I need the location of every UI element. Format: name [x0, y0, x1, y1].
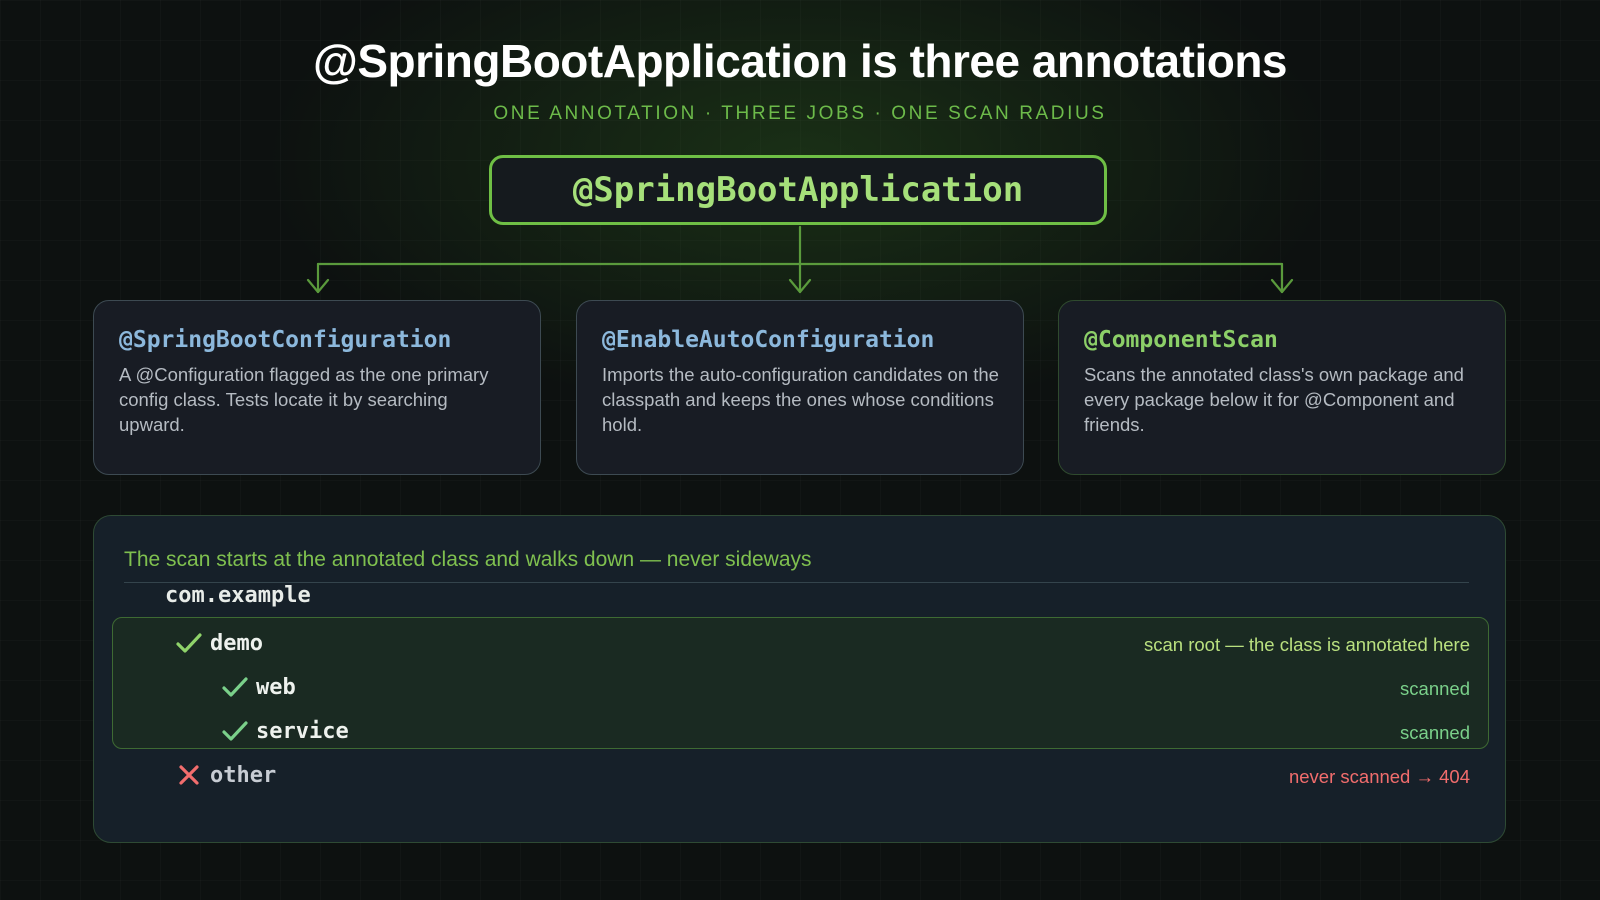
- package-note: scanned: [1400, 678, 1470, 699]
- package-note: never scanned → 404: [1288, 766, 1470, 787]
- check-icon: [222, 677, 248, 697]
- card-component-scan: @ComponentScan Scans the annotated class…: [1058, 300, 1506, 475]
- package-note: scanned: [1400, 722, 1470, 743]
- card-description: Scans the annotated class's own package …: [1084, 364, 1464, 435]
- package-name: web: [256, 675, 296, 700]
- card-enable-auto-configuration: @EnableAutoConfiguration Imports the aut…: [576, 300, 1024, 475]
- card-spring-boot-configuration: @SpringBootConfiguration A @Configuratio…: [93, 300, 541, 475]
- package-row-service: service scanned: [220, 712, 1470, 752]
- root-package-label: com.example: [165, 583, 311, 608]
- package-row-demo: demo scan root — the class is annotated …: [174, 624, 1470, 664]
- package-name: demo: [210, 631, 263, 656]
- cross-icon: [179, 765, 199, 785]
- card-title: @ComponentScan: [1084, 327, 1278, 353]
- package-name: service: [256, 719, 349, 744]
- root-annotation-label: @SpringBootApplication: [572, 170, 1024, 210]
- root-annotation-box: @SpringBootApplication: [489, 155, 1107, 225]
- card-title: @EnableAutoConfiguration: [602, 327, 935, 353]
- scan-radius-panel: The scan starts at the annotated class a…: [93, 515, 1506, 843]
- package-name: other: [210, 763, 277, 788]
- card-title: @SpringBootConfiguration: [119, 327, 452, 353]
- check-icon: [222, 721, 248, 741]
- card-description: A @Configuration flagged as the one prim…: [119, 364, 489, 435]
- package-note: scan root — the class is annotated here: [1144, 634, 1470, 655]
- scan-panel-heading: The scan starts at the annotated class a…: [124, 548, 812, 571]
- card-description: Imports the auto-configuration candidate…: [602, 364, 999, 435]
- package-row-other: other never scanned → 404: [174, 756, 1470, 796]
- package-row-web: web scanned: [220, 668, 1470, 708]
- check-icon: [176, 633, 202, 653]
- divider: [124, 582, 1469, 583]
